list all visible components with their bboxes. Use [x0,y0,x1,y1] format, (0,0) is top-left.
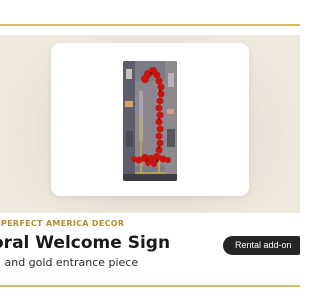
product-subtitle: d and gold entrance piece [0,256,139,269]
bottom-gold-divider [0,285,300,287]
rental-add-on-badge[interactable]: Rental add-on [223,236,300,255]
product-image-card[interactable] [51,43,249,196]
floral-sign-image [123,61,177,181]
product-title: oral Welcome Sign [0,233,171,253]
product-page: TY PERFECT AMERICA DECOR oral Welcome Si… [0,0,300,300]
product-photo[interactable] [123,61,177,181]
brand-name: TY PERFECT AMERICA DECOR [0,219,125,228]
top-gold-divider [0,24,300,26]
